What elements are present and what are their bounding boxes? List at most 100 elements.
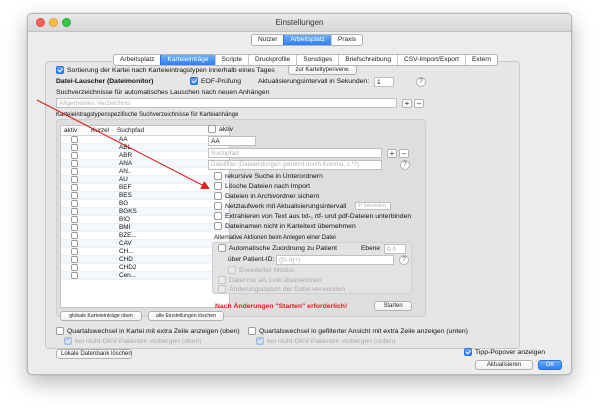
row-active-checkbox[interactable] <box>71 200 78 207</box>
subtab-extern[interactable]: Extern <box>465 55 497 65</box>
help-icon[interactable]: ? <box>416 77 426 87</box>
subtab-briefschreibung[interactable]: Briefschreibung <box>338 55 397 65</box>
subtab-karteieintraege[interactable]: Karteieinträge <box>160 55 215 65</box>
option-auto-assign[interactable]: Automatische Zuordnung zu Patient <box>218 244 337 252</box>
dateifilter-input[interactable]: Dateifilter (Dateiendungen getrennt durc… <box>208 160 382 170</box>
aktiv-checkbox[interactable] <box>208 125 216 133</box>
subtab-csv-import-export[interactable]: CSV-Import/Export <box>397 55 465 65</box>
add-dir-button[interactable]: + <box>402 99 412 108</box>
table-row[interactable]: CH... <box>61 248 229 256</box>
subtab-sonstiges[interactable]: Sonstiges <box>296 55 338 65</box>
option-loeschen[interactable]: Lösche Dateien nach Import <box>214 182 310 190</box>
tab-praxis[interactable]: Praxis <box>330 35 362 45</box>
table-row[interactable]: AA <box>61 136 229 144</box>
add-path-button[interactable]: + <box>387 149 397 158</box>
table-row[interactable]: BES <box>61 192 229 200</box>
patient-id-input[interactable]: ([0-9]+) <box>276 255 394 265</box>
table-row[interactable]: BIO <box>61 216 229 224</box>
row-active-checkbox[interactable] <box>71 232 78 239</box>
subtab-druckprofile[interactable]: Druckprofile <box>248 55 296 65</box>
ok-button[interactable]: OK <box>538 360 562 370</box>
col-suchpfad[interactable]: Suchpfad <box>117 127 144 134</box>
row-active-checkbox[interactable] <box>71 176 78 183</box>
tipp-popover-checkbox[interactable] <box>464 348 472 356</box>
global-entries-button[interactable]: globale Karteieinträge oben <box>60 311 142 321</box>
option-extended[interactable]: Erweiterter Modus <box>228 266 294 274</box>
eof-option[interactable]: EOF-Prüfung <box>190 77 241 85</box>
table-row[interactable]: CHD2 <box>61 264 229 272</box>
option-rekursiv[interactable]: rekursive Suche in Unterordnern <box>214 172 323 180</box>
table-row[interactable]: ABR <box>61 152 229 160</box>
table-row[interactable]: BZE... <box>61 232 229 240</box>
row-active-checkbox[interactable] <box>71 136 78 143</box>
subtab-arbeitsplatz[interactable]: Arbeitsplatz <box>114 55 160 65</box>
remove-path-button[interactable]: – <box>399 149 409 158</box>
extrahieren-checkbox[interactable] <box>214 212 222 220</box>
archiv-checkbox[interactable] <box>214 192 222 200</box>
row-active-checkbox[interactable] <box>71 184 78 191</box>
netz-interval-input[interactable]: in Sekunden <box>355 202 391 210</box>
row-active-checkbox[interactable] <box>71 144 78 151</box>
col-aktiv[interactable]: aktiv <box>64 127 77 134</box>
quartal-right-sub-checkbox[interactable] <box>256 337 264 345</box>
row-active-checkbox[interactable] <box>71 216 78 223</box>
help-icon[interactable]: ? <box>400 160 410 170</box>
quartal-right-checkbox[interactable] <box>248 327 256 335</box>
table-row[interactable]: BGKS <box>61 208 229 216</box>
option-extrahieren[interactable]: Extrahieren von Text aus txt-, rtf- und … <box>214 212 411 220</box>
kuerzel-input[interactable]: AA <box>208 136 256 146</box>
table-row[interactable]: ANA <box>61 160 229 168</box>
row-active-checkbox[interactable] <box>71 240 78 247</box>
table-row[interactable]: CAV <box>61 240 229 248</box>
row-active-checkbox[interactable] <box>71 272 78 279</box>
suchpfad-input[interactable]: Suchpfad <box>208 148 382 158</box>
interval-input[interactable]: 1 <box>374 77 394 87</box>
change-date-checkbox[interactable] <box>218 285 226 293</box>
table-row[interactable]: BG <box>61 200 229 208</box>
quartal-left-checkbox[interactable] <box>56 327 64 335</box>
sort-option[interactable]: Sortierung der Kartei nach Karteieintrag… <box>56 66 275 74</box>
table-row[interactable]: BEF <box>61 184 229 192</box>
tab-arbeitsplatz[interactable]: Arbeitsplatz <box>283 35 331 45</box>
auto-assign-checkbox[interactable] <box>218 244 226 252</box>
netzlaufwerk-checkbox[interactable] <box>214 202 222 210</box>
row-active-checkbox[interactable] <box>71 264 78 271</box>
row-active-checkbox[interactable] <box>71 160 78 167</box>
tab-nutzer[interactable]: Nutzer <box>252 35 283 45</box>
option-link[interactable]: Datei nur als Link übernehmen <box>218 276 322 284</box>
loeschen-checkbox[interactable] <box>214 182 222 190</box>
link-checkbox[interactable] <box>218 276 226 284</box>
remove-dir-button[interactable]: – <box>414 99 424 108</box>
ebene-select[interactable]: 0 ◊ <box>384 244 406 254</box>
row-active-checkbox[interactable] <box>71 168 78 175</box>
tipp-popover-option[interactable]: Tipp-Popover anzeigen <box>464 348 545 356</box>
quartal-left-option[interactable]: Quartalswechsel in Kartei mit extra Zeil… <box>56 327 240 335</box>
quartal-right-sub-option[interactable]: bei nicht-GKV-Patienten verbergen (unten… <box>256 337 395 345</box>
table-row[interactable]: AU <box>61 176 229 184</box>
table-row[interactable]: BMI <box>61 224 229 232</box>
quartal-left-sub-checkbox[interactable] <box>64 337 72 345</box>
quartal-left-sub-option[interactable]: bei nicht-GKV-Patienten verbergen (oben) <box>64 337 202 345</box>
help-icon[interactable]: ? <box>399 255 409 265</box>
eof-checkbox[interactable] <box>190 77 198 85</box>
col-kuerzel[interactable]: Kurzel <box>91 127 109 134</box>
row-active-checkbox[interactable] <box>71 152 78 159</box>
table-row[interactable]: ABL <box>61 144 229 152</box>
table-row[interactable]: CHD <box>61 256 229 264</box>
row-active-checkbox[interactable] <box>71 248 78 255</box>
table-row[interactable]: AN.. <box>61 168 229 176</box>
row-active-checkbox[interactable] <box>71 224 78 231</box>
option-dateinamen[interactable]: Dateinamen nicht in Karteitext übernehme… <box>214 222 356 230</box>
table-row[interactable]: Cen... <box>61 272 229 280</box>
quartal-right-option[interactable]: Quartalswechsel in gefilterter Ansicht m… <box>248 327 468 335</box>
row-active-checkbox[interactable] <box>71 256 78 263</box>
option-archiv[interactable]: Dateien in Archivordner sichern <box>214 192 319 200</box>
start-button[interactable]: Starten <box>374 301 412 311</box>
dateinamen-checkbox[interactable] <box>214 222 222 230</box>
general-dir-input[interactable]: Allgemeines Verzeichnis <box>56 98 397 108</box>
karteitypen-button[interactable]: zur Karteitypenverw. <box>288 65 357 75</box>
rekursiv-checkbox[interactable] <box>214 172 222 180</box>
option-change-date[interactable]: Änderungsdatum der Datei verwenden <box>218 285 345 293</box>
extended-checkbox[interactable] <box>228 266 236 274</box>
delete-settings-button[interactable]: alle Einstellungen löschen <box>148 311 224 321</box>
